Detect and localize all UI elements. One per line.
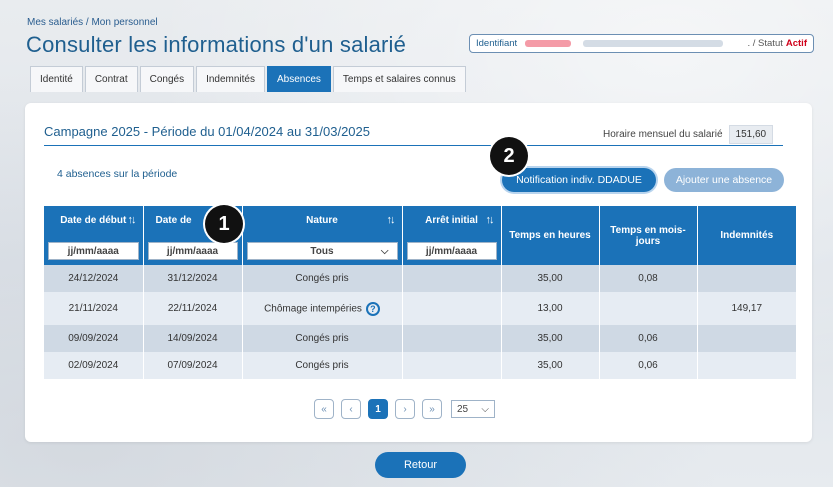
horaire-label: Horaire mensuel du salarié xyxy=(603,129,723,140)
status-label: . / Statut xyxy=(747,38,783,49)
header-nature: Nature ↑↓ Tous ⌵ xyxy=(242,206,403,265)
cell-nature-text: Chômage intempéries xyxy=(264,303,362,315)
cell-temps-mois-jours: 0,06 xyxy=(599,325,698,352)
cell-date-debut: 09/09/2024 xyxy=(44,325,144,352)
table-row: 09/09/2024 14/09/2024 Congés pris 35,00 … xyxy=(44,325,796,352)
header-date-debut-label: Date de début xyxy=(60,214,127,226)
chevron-down-icon: ⌵ xyxy=(481,403,489,415)
table-row: 21/11/2024 22/11/2024 Chômage intempérie… xyxy=(44,292,796,325)
breadcrumb[interactable]: Mes salariés / Mon personnel xyxy=(27,17,158,28)
pagination: « ‹ 1 › » 25 ⌵ xyxy=(314,399,495,419)
page-1-button[interactable]: 1 xyxy=(368,399,388,419)
header-arret-initial-label: Arrêt initial xyxy=(425,214,478,226)
cell-arret-initial xyxy=(402,265,502,292)
page-size-select[interactable]: 25 ⌵ xyxy=(451,400,495,418)
header-nature-label: Nature xyxy=(306,214,338,226)
callout-marker-1: 1 xyxy=(205,205,243,243)
tab-indemnites[interactable]: Indemnités xyxy=(196,66,265,92)
cell-temps-heures: 13,00 xyxy=(501,292,600,325)
status-badge: Actif xyxy=(785,38,807,49)
cell-temps-mois-jours: 0,08 xyxy=(599,265,698,292)
callout-marker-2: 2 xyxy=(490,137,528,175)
filter-nature-value: Tous xyxy=(310,245,334,257)
absences-table: Date de début ↑↓ jj/mm/aaaa Date de jj/m… xyxy=(44,206,796,379)
header-indemnites: Indemnités xyxy=(697,206,796,265)
cell-nature: Congés pris xyxy=(242,265,403,292)
tab-temps-salaires[interactable]: Temps et salaires connus xyxy=(332,66,466,92)
cell-arret-initial xyxy=(402,325,502,352)
cell-indemnites xyxy=(697,265,796,292)
cell-date-debut: 21/11/2024 xyxy=(44,292,144,325)
tab-conges[interactable]: Congés xyxy=(139,66,195,92)
header-temps-heures: Temps en heures xyxy=(501,206,600,265)
chevron-down-icon: ⌵ xyxy=(380,245,389,257)
filter-nature-select[interactable]: Tous ⌵ xyxy=(246,242,398,260)
cell-date-fin: 07/09/2024 xyxy=(143,352,243,379)
add-absence-button[interactable]: Ajouter une absence xyxy=(664,168,784,192)
cell-temps-heures: 35,00 xyxy=(501,325,600,352)
horaire-mensuel: Horaire mensuel du salarié 151,60 xyxy=(603,125,774,144)
header-temps-mois-jours: Temps en mois-jours xyxy=(599,206,698,265)
cell-nature: Congés pris xyxy=(242,325,403,352)
cell-indemnites xyxy=(697,325,796,352)
identity-label: Identifiant xyxy=(476,38,518,49)
cell-temps-mois-jours: 0,06 xyxy=(599,352,698,379)
redacted-identifier xyxy=(583,40,724,47)
identity-box: Identifiant . / Statut Actif xyxy=(469,34,814,53)
last-page-button[interactable]: » xyxy=(422,399,442,419)
help-icon[interactable]: ? xyxy=(365,301,380,316)
cell-arret-initial xyxy=(402,292,502,325)
next-page-button[interactable]: › xyxy=(395,399,415,419)
table-row: 24/12/2024 31/12/2024 Congés pris 35,00 … xyxy=(44,265,796,292)
retour-button[interactable]: Retour xyxy=(375,452,466,478)
cell-date-fin: 22/11/2024 xyxy=(143,292,243,325)
cell-date-fin: 31/12/2024 xyxy=(143,265,243,292)
cell-temps-mois-jours xyxy=(599,292,698,325)
cell-indemnites xyxy=(697,352,796,379)
cell-temps-heures: 35,00 xyxy=(501,265,600,292)
notification-ddadue-button[interactable]: Notification indiv. DDADUE xyxy=(502,168,656,192)
cell-arret-initial xyxy=(402,352,502,379)
filter-arret-initial-input[interactable]: jj/mm/aaaa xyxy=(406,242,497,260)
header-date-debut: Date de début ↑↓ jj/mm/aaaa xyxy=(44,206,144,265)
cell-date-fin: 14/09/2024 xyxy=(143,325,243,352)
prev-page-button[interactable]: ‹ xyxy=(341,399,361,419)
sort-icon[interactable]: ↑↓ xyxy=(387,214,396,226)
horaire-value: 151,60 xyxy=(728,125,774,144)
divider xyxy=(44,145,783,146)
first-page-button[interactable]: « xyxy=(314,399,334,419)
campaign-title: Campagne 2025 - Période du 01/04/2024 au… xyxy=(44,124,370,139)
cell-nature: Congés pris xyxy=(242,352,403,379)
header-arret-initial: Arrêt initial ↑↓ jj/mm/aaaa xyxy=(402,206,502,265)
page-size-value: 25 xyxy=(457,403,469,415)
redacted-name xyxy=(525,40,572,47)
tab-contrat[interactable]: Contrat xyxy=(84,66,138,92)
cell-nature: Chômage intempéries? xyxy=(242,292,403,325)
cell-date-debut: 24/12/2024 xyxy=(44,265,144,292)
header-date-fin-label: Date de xyxy=(155,214,192,226)
page-title: Consulter les informations d'un salarié xyxy=(26,32,407,57)
filter-date-fin-input[interactable]: jj/mm/aaaa xyxy=(147,242,238,260)
cell-date-debut: 02/09/2024 xyxy=(44,352,144,379)
sort-icon[interactable]: ↑↓ xyxy=(486,214,495,226)
tab-identite[interactable]: Identité xyxy=(30,66,83,92)
filter-date-debut-input[interactable]: jj/mm/aaaa xyxy=(48,242,139,260)
sort-icon[interactable]: ↑↓ xyxy=(128,214,137,226)
tab-absences[interactable]: Absences xyxy=(267,66,331,92)
cell-indemnites: 149,17 xyxy=(697,292,796,325)
cell-temps-heures: 35,00 xyxy=(501,352,600,379)
absences-count: 4 absences sur la période xyxy=(57,168,178,180)
table-row: 02/09/2024 07/09/2024 Congés pris 35,00 … xyxy=(44,352,796,379)
absences-card: Campagne 2025 - Période du 01/04/2024 au… xyxy=(25,103,812,442)
tab-bar: Identité Contrat Congés Indemnités Absen… xyxy=(30,66,468,92)
